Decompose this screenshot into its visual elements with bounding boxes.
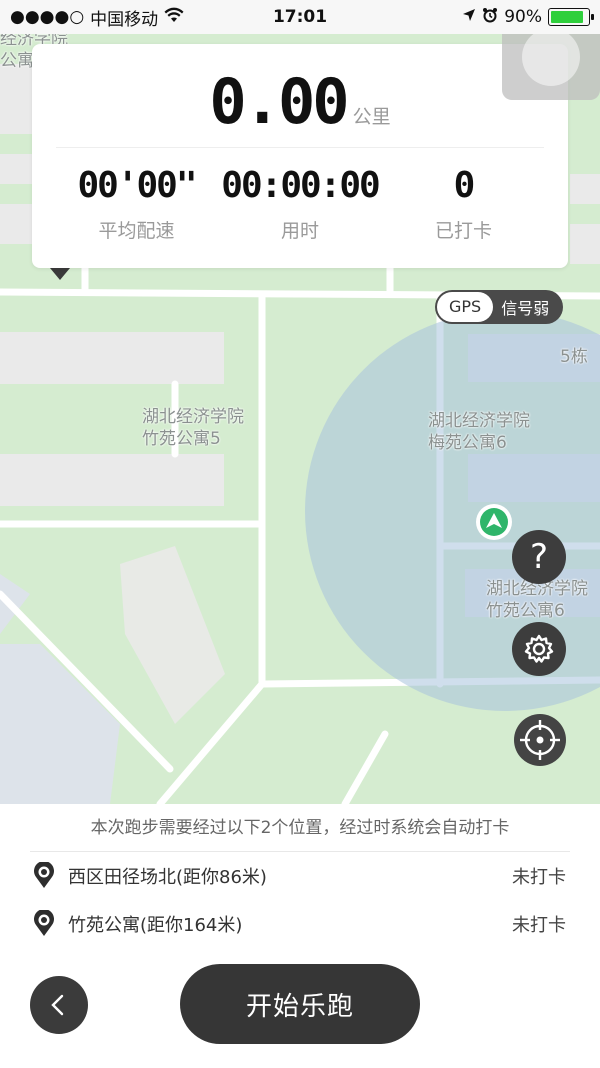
map-label-building-5: 5栋 [560, 347, 588, 367]
duration-label: 用时 [280, 220, 319, 242]
pace-value: 00'00" [77, 165, 197, 206]
duration-metric: 00:00:00 用时 [219, 164, 380, 243]
stats-card: 0.00 公里 00'00" 平均配速 00:00:00 用时 0 已打卡 [32, 44, 568, 268]
bottom-panel: 本次跑步需要经过以下2个位置，经过时系统会自动打卡 西区田径场北(距你86米) … [0, 804, 600, 1068]
battery-fill [551, 11, 584, 23]
gps-tag: GPS [437, 292, 494, 322]
metrics-row: 00'00" 平均配速 00:00:00 用时 0 已打卡 [32, 148, 568, 243]
checkins-label: 已打卡 [434, 220, 492, 242]
gear-icon [524, 634, 554, 663]
gps-status: 信号弱 [501, 299, 550, 318]
duration-value: 00:00:00 [221, 165, 380, 206]
pace-metric: 00'00" 平均配速 [56, 164, 217, 243]
battery-icon [548, 8, 594, 26]
checkpoint-name: 西区田径场北(距你86米) [68, 867, 267, 888]
distance-unit: 公里 [352, 106, 391, 128]
battery-percent: 90% [504, 7, 542, 27]
chevron-left-icon [51, 994, 64, 1016]
pace-label: 平均配速 [98, 220, 175, 242]
checkpoint-status: 未打卡 [512, 867, 566, 888]
distance-row: 0.00 公里 [56, 44, 544, 148]
back-button[interactable] [30, 976, 88, 1034]
map-label-meiyuan-6: 湖北经济学院 梅苑公寓6 [428, 411, 530, 453]
checkpoint-item: 西区田径场北(距你86米) 未打卡 [0, 852, 600, 900]
distance-value: 0.00 [209, 65, 349, 138]
start-run-button[interactable]: 开始乐跑 [180, 964, 420, 1044]
map-pin-icon [34, 862, 54, 888]
gps-signal-badge: GPS 信号弱 [435, 290, 564, 324]
checkins-metric: 0 已打卡 [383, 164, 544, 243]
alarm-icon [482, 7, 498, 28]
help-icon: ? [529, 537, 549, 577]
locate-button[interactable] [514, 714, 566, 766]
help-button[interactable]: ? [512, 530, 566, 584]
settings-button[interactable] [512, 622, 566, 676]
status-bar: ●●●●○ 中国移动 17:01 90% [0, 0, 600, 34]
wifi-icon [164, 7, 184, 28]
map-label-zhuyuan-6: 湖北经济学院 竹苑公寓6 [486, 579, 588, 621]
checkpoint-status: 未打卡 [512, 915, 566, 936]
checkpoint-notice: 本次跑步需要经过以下2个位置，经过时系统会自动打卡 [30, 804, 570, 852]
map-pin-icon [34, 910, 54, 936]
location-arrow-icon [462, 7, 476, 27]
map-label-zhuyuan-5: 湖北经济学院 竹苑公寓5 [142, 407, 244, 449]
checkins-value: 0 [453, 165, 476, 206]
locate-icon [520, 720, 560, 760]
carrier-name: 中国移动 [90, 9, 159, 30]
checkpoint-item: 竹苑公寓(距你164米) 未打卡 [0, 900, 600, 948]
checkpoint-name: 竹苑公寓(距你164米) [68, 915, 243, 936]
signal-strength: ●●●●○ [10, 7, 85, 27]
